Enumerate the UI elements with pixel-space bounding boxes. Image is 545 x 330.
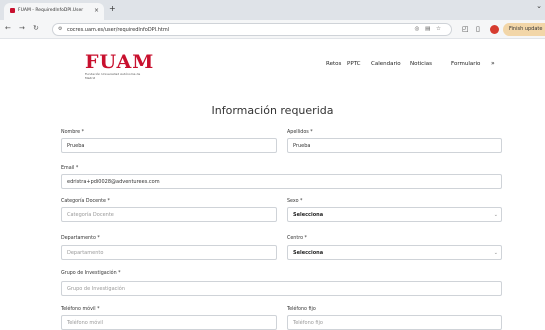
omnibox-actions-icon[interactable]: ◎ ▤ ☆	[415, 26, 443, 32]
back-icon[interactable]: ←	[5, 24, 11, 32]
centro-label: Centro *	[287, 236, 307, 241]
centro-select[interactable]: Selecciona ⌄	[287, 245, 502, 260]
logo-text: FUAM	[85, 51, 155, 73]
url-input[interactable]: ⚙ cocres.uam.es/user/requiredInfoDPI.htm…	[52, 23, 452, 36]
telefono-fijo-label: Teléfono fijo	[287, 307, 316, 312]
finish-update-button[interactable]: Finish update	[503, 23, 545, 36]
categoria-field[interactable]: Categoría Docente	[61, 207, 277, 222]
favicon-icon	[10, 8, 15, 13]
telefono-movil-label: Teléfono móvil *	[61, 307, 100, 312]
categoria-label: Categoría Docente *	[61, 199, 110, 204]
close-tab-icon[interactable]: ×	[94, 7, 99, 14]
chevron-down-icon[interactable]: ⌄	[536, 2, 542, 10]
logo-subtitle: Fundación Universidad Autónoma de Madrid	[85, 72, 141, 80]
reload-icon[interactable]: ↻	[33, 24, 39, 32]
extensions-icon[interactable]: ◰	[462, 25, 469, 33]
departamento-field[interactable]: Departamento	[61, 245, 277, 260]
tab-title: FUAM - RequiredInfoDPI.User	[18, 8, 84, 13]
departamento-label: Departamento *	[61, 236, 100, 241]
centro-selected-value: Selecciona	[293, 250, 324, 256]
nav-item-formulario[interactable]: Formulario	[451, 61, 480, 67]
nav-item-retos[interactable]: Retos	[326, 61, 341, 67]
browser-tab-strip: FUAM - RequiredInfoDPI.User × + ⌄	[0, 0, 545, 20]
nav-item-calendario[interactable]: Calendario	[371, 61, 401, 67]
profile-avatar-icon[interactable]	[490, 25, 499, 34]
site-info-icon[interactable]: ⚙	[58, 26, 62, 32]
nombre-field[interactable]: Prueba	[61, 138, 277, 153]
email-field[interactable]: edristra+pdi0028@adventurees.com	[61, 174, 502, 189]
new-tab-icon[interactable]: +	[109, 4, 116, 13]
apellidos-field[interactable]: Prueba	[287, 138, 502, 153]
nombre-label: Nombre *	[61, 130, 84, 135]
sexo-selected-value: Selecciona	[293, 212, 324, 218]
nav-item-pptc[interactable]: PPTC	[347, 61, 361, 67]
url-text: cocres.uam.es/user/requiredInfoDPI.html	[67, 27, 170, 33]
sexo-label: Sexo *	[287, 199, 303, 204]
browser-toolbar: ← → ↻ ⚙ cocres.uam.es/user/requiredInfoD…	[0, 20, 545, 39]
chevron-down-icon: ⌄	[493, 212, 498, 218]
sexo-select[interactable]: Selecciona ⌄	[287, 207, 502, 222]
fuam-logo[interactable]: FUAM Fundación Universidad Autónoma de M…	[85, 51, 155, 91]
grupo-investigacion-field[interactable]: Grupo de Investigación	[61, 281, 502, 296]
apellidos-label: Apellidos *	[287, 130, 313, 135]
forward-icon[interactable]: →	[19, 24, 25, 32]
nav-item-noticias[interactable]: Noticias	[410, 61, 432, 67]
page-title: Información requerida	[211, 104, 334, 117]
sidepanel-icon[interactable]: ▯	[476, 25, 480, 33]
chevron-down-icon: ⌄	[493, 250, 498, 256]
email-label: Email *	[61, 166, 79, 171]
browser-tab[interactable]: FUAM - RequiredInfoDPI.User ×	[4, 3, 104, 20]
grupo-label: Grupo de Investigación *	[61, 271, 121, 276]
nav-more-icon[interactable]: »	[491, 60, 495, 67]
site-header: FUAM Fundación Universidad Autónoma de M…	[0, 39, 545, 91]
